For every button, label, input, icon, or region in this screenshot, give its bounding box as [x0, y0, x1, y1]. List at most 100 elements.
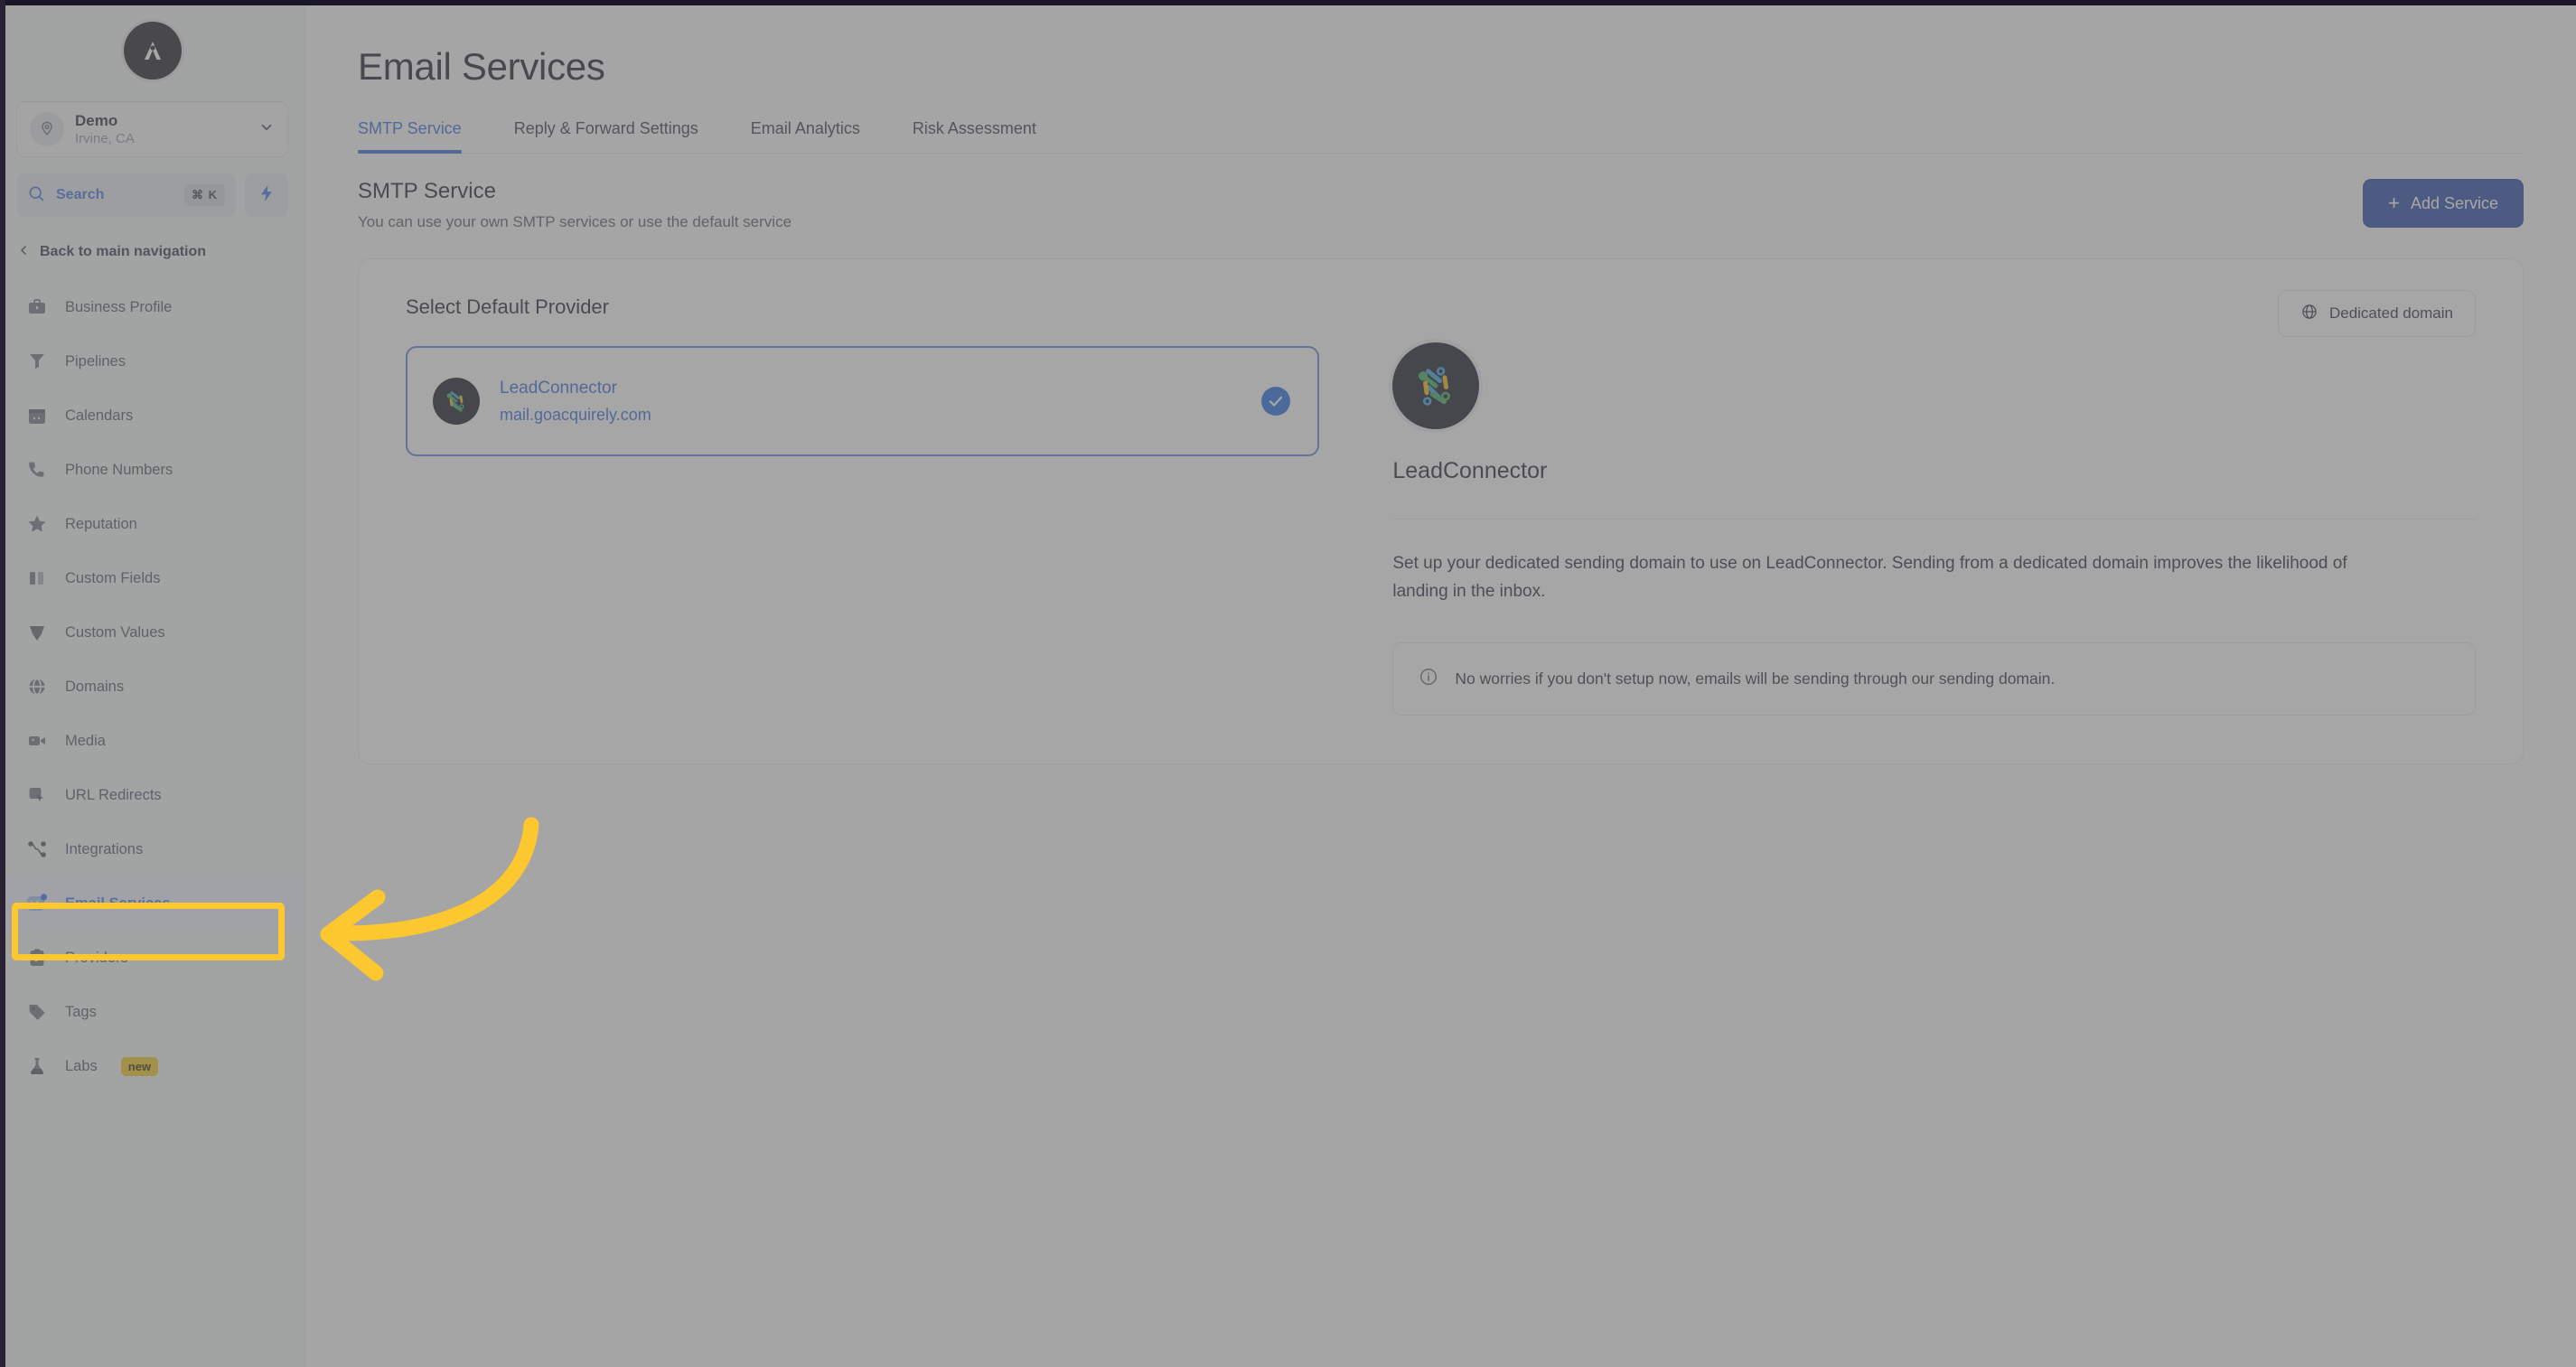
clipboard-check-icon: [23, 944, 51, 971]
section-header: SMTP Service You can use your own SMTP s…: [358, 179, 2524, 231]
tab-risk-assessment[interactable]: Risk Assessment: [913, 119, 1036, 153]
sidebar-item-reputation[interactable]: Reputation: [0, 497, 304, 551]
dedicated-domain-label: Dedicated domain: [2328, 304, 2453, 322]
sidebar-item-label: Reputation: [65, 515, 137, 532]
tab-email-analytics[interactable]: Email Analytics: [751, 119, 860, 153]
flask-icon: [23, 1053, 51, 1080]
sidebar-item-label: Business Profile: [65, 298, 173, 315]
info-notice: No worries if you don't setup now, email…: [1392, 641, 2476, 716]
sidebar-nav: Business Profile Pipelines Calendars Pho…: [0, 280, 304, 1093]
provider-detail-title: LeadConnector: [1392, 458, 1548, 483]
provider-option-leadconnector[interactable]: LeadConnector mail.goacquirely.com: [406, 346, 1320, 456]
sidebar-item-label: Calendars: [65, 407, 134, 424]
provider-domain: mail.goacquirely.com: [500, 405, 651, 424]
cursor-square-icon: [23, 782, 51, 809]
search-row: Search ⌘ K: [16, 173, 288, 217]
provider-name: LeadConnector: [500, 379, 617, 398]
video-camera-icon: [23, 727, 51, 754]
dedicated-domain-button[interactable]: Dedicated domain: [2277, 290, 2476, 337]
shield-icon: [23, 619, 51, 646]
smtp-service-panel: Select Default Provider LeadConnector ma…: [358, 258, 2524, 764]
sidebar-item-integrations[interactable]: Integrations: [0, 822, 304, 876]
capture-edge-left: [0, 0, 5, 1367]
star-icon: [23, 510, 51, 538]
provider-description: Set up your dedicated sending domain to …: [1392, 554, 2347, 601]
tab-smtp-service[interactable]: SMTP Service: [358, 119, 462, 154]
check-circle-icon: [1261, 387, 1291, 416]
sidebar-item-label: Labs: [65, 1057, 98, 1074]
section-divider: [1392, 519, 2476, 520]
location-sublabel: Irvine, CA: [75, 131, 135, 147]
phone-icon: [23, 456, 51, 483]
sidebar-item-pipelines[interactable]: Pipelines: [0, 334, 304, 389]
sidebar-item-custom-values[interactable]: Custom Values: [0, 605, 304, 660]
info-notice-text: No worries if you don't setup now, email…: [1455, 669, 2056, 688]
leadconnector-logo-large-icon: [1392, 342, 1480, 429]
sidebar-item-label: Domains: [65, 678, 125, 695]
calendar-icon: [23, 402, 51, 429]
sidebar-item-custom-fields[interactable]: Custom Fields: [0, 551, 304, 605]
sidebar: Demo Irvine, CA Search ⌘ K Back to main …: [0, 0, 305, 1367]
section-title: SMTP Service: [358, 179, 496, 203]
sidebar-item-label: Media: [65, 732, 106, 749]
chevron-left-icon: [16, 243, 31, 262]
add-service-label: Add Service: [2410, 193, 2498, 212]
sidebar-item-label: Email Services: [65, 894, 171, 912]
sidebar-item-label: Custom Values: [65, 623, 165, 641]
sidebar-item-label: Pipelines: [65, 352, 126, 370]
sidebar-item-tags[interactable]: Tags: [0, 985, 304, 1039]
location-name: Demo: [75, 111, 118, 129]
labs-new-badge: new: [120, 1056, 159, 1076]
sidebar-item-email-services[interactable]: Email Services: [0, 876, 304, 931]
sidebar-item-label: Integrations: [65, 840, 144, 857]
section-subtitle: You can use your own SMTP services or us…: [358, 213, 792, 230]
search-label: Search: [56, 187, 105, 202]
lightning-bolt-icon: [257, 183, 276, 208]
briefcase-icon: [23, 294, 51, 321]
sidebar-item-media[interactable]: Media: [0, 714, 304, 768]
nodes-icon: [23, 836, 51, 863]
main-content: Email Services SMTP Service Reply & Forw…: [305, 0, 2576, 1367]
app-root: Demo Irvine, CA Search ⌘ K Back to main …: [0, 0, 2576, 1367]
columns-icon: [23, 565, 51, 592]
sidebar-item-business-profile[interactable]: Business Profile: [0, 280, 304, 334]
sidebar-item-label: Providers: [65, 949, 128, 966]
back-to-main-navigation[interactable]: Back to main navigation: [0, 237, 304, 267]
add-service-button[interactable]: + Add Service: [2363, 179, 2524, 228]
page-title: Email Services: [358, 45, 605, 88]
search-shortcut: ⌘ K: [184, 184, 225, 206]
tab-reply-forward-settings[interactable]: Reply & Forward Settings: [514, 119, 698, 153]
funnel-icon: [23, 348, 51, 375]
info-circle-icon: [1419, 667, 1438, 691]
tag-icon: [23, 998, 51, 1025]
sidebar-item-label: Phone Numbers: [65, 461, 173, 478]
sidebar-item-url-redirects[interactable]: URL Redirects: [0, 768, 304, 822]
tab-bar: SMTP Service Reply & Forward Settings Em…: [358, 119, 2524, 154]
sidebar-item-calendars[interactable]: Calendars: [0, 389, 304, 443]
brand-logo[interactable]: [0, 22, 304, 80]
chevron-down-icon: [258, 119, 275, 140]
sidebar-item-label: Tags: [65, 1003, 97, 1020]
provider-selection-pane: Select Default Provider LeadConnector ma…: [359, 259, 1352, 763]
sidebar-item-labs[interactable]: Labs new: [0, 1039, 304, 1093]
sidebar-item-domains[interactable]: Domains: [0, 660, 304, 714]
sidebar-item-phone-numbers[interactable]: Phone Numbers: [0, 443, 304, 497]
logo-a-icon: [123, 22, 182, 80]
provider-detail-pane: Dedicated domain LeadConnector Set up yo…: [1352, 259, 2523, 763]
capture-edge-top: [0, 0, 2576, 5]
plus-icon: +: [2388, 192, 2400, 214]
sidebar-item-label: Custom Fields: [65, 569, 161, 586]
sidebar-item-label: URL Redirects: [65, 786, 162, 803]
search-icon: [27, 184, 45, 207]
location-pin-icon: [30, 112, 64, 146]
leadconnector-logo-icon: [433, 378, 480, 425]
back-nav-label: Back to main navigation: [40, 244, 207, 259]
globe-icon: [2300, 303, 2318, 325]
globe-icon: [23, 673, 51, 700]
sidebar-item-providers[interactable]: Providers: [0, 931, 304, 985]
quick-actions-button[interactable]: [245, 173, 288, 217]
email-icon: [23, 890, 51, 917]
location-selector[interactable]: Demo Irvine, CA: [16, 101, 288, 157]
select-default-provider-heading: Select Default Provider: [406, 295, 609, 318]
search-input[interactable]: Search ⌘ K: [16, 173, 236, 217]
